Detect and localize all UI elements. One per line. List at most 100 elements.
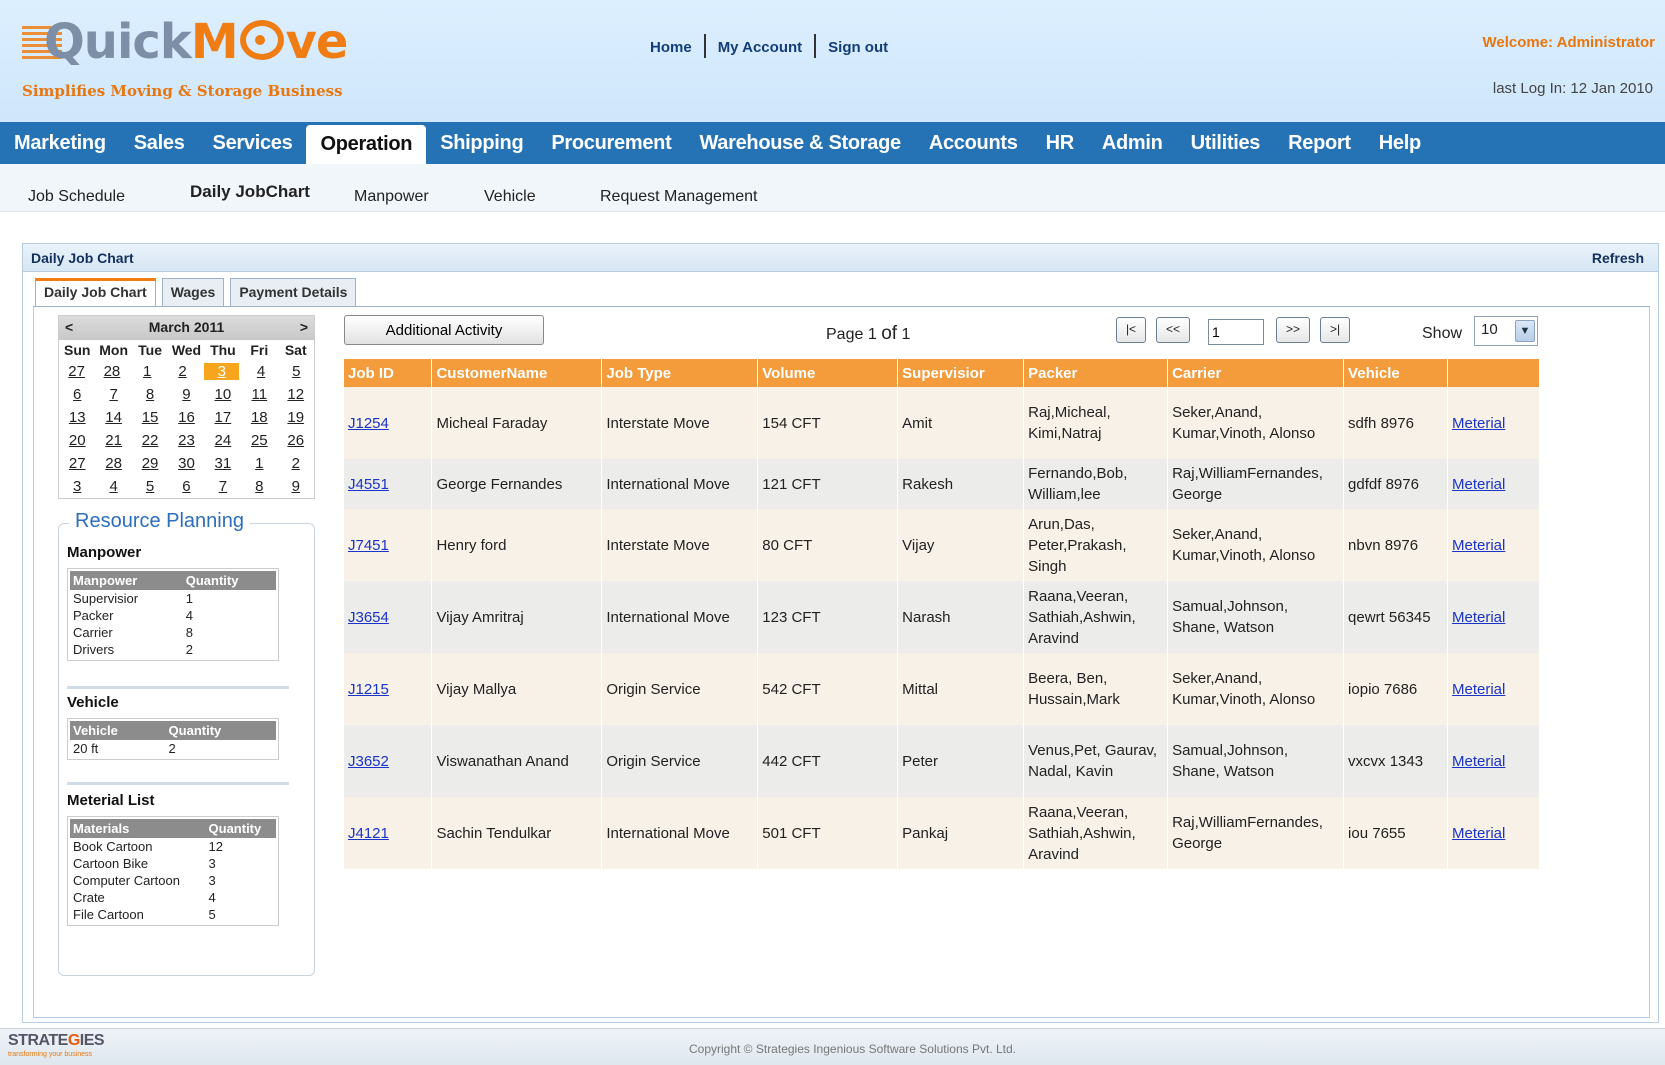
calendar-day[interactable]: 29 — [132, 455, 168, 472]
calendar-day[interactable]: 25 — [241, 432, 277, 449]
calendar-day[interactable]: 1 — [241, 455, 277, 472]
column-header[interactable]: Job ID — [344, 359, 433, 387]
calendar-day[interactable]: 28 — [95, 455, 131, 472]
calendar-day[interactable]: 9 — [168, 386, 204, 403]
calendar-day[interactable]: 6 — [168, 478, 204, 495]
calendar-day[interactable]: 11 — [241, 386, 277, 403]
calendar-day[interactable]: 27 — [59, 363, 94, 380]
calendar-day[interactable]: 24 — [205, 432, 241, 449]
column-header[interactable]: Volume — [757, 359, 899, 387]
next-page-button[interactable]: >> — [1276, 317, 1310, 343]
nav-accounts[interactable]: Accounts — [915, 122, 1032, 164]
last-page-button[interactable]: >| — [1320, 317, 1350, 343]
calendar-day[interactable]: 5 — [132, 478, 168, 495]
column-header[interactable] — [1447, 359, 1541, 387]
column-header[interactable]: Supervisior — [897, 359, 1025, 387]
nav-help[interactable]: Help — [1365, 122, 1435, 164]
calendar-day[interactable]: 14 — [95, 409, 131, 426]
manpower-table: Manpower Quantity Supervisior 1 Packer 4 Carri… — [67, 568, 279, 661]
calendar-day[interactable]: 4 — [95, 478, 131, 495]
material-link[interactable]: Meterial — [1452, 681, 1505, 698]
material-link[interactable]: Meterial — [1452, 415, 1505, 432]
calendar-day[interactable]: 8 — [241, 478, 277, 495]
nav-report[interactable]: Report — [1274, 122, 1365, 164]
prev-page-button[interactable]: << — [1156, 317, 1190, 343]
calendar-day[interactable]: 9 — [278, 478, 314, 495]
first-page-button[interactable]: |< — [1116, 317, 1146, 343]
calendar-day[interactable]: 20 — [59, 432, 95, 449]
calendar-day[interactable]: 7 — [205, 478, 241, 495]
column-header[interactable]: CustomerName — [431, 359, 603, 387]
calendar-day[interactable]: 27 — [59, 455, 95, 472]
calendar-day[interactable]: 5 — [279, 363, 314, 380]
subnav-request-management[interactable]: Request Management — [600, 188, 757, 206]
calendar-day[interactable]: 23 — [168, 432, 204, 449]
column-header[interactable]: Packer — [1023, 359, 1169, 387]
calendar-day[interactable]: 1 — [130, 363, 165, 380]
nav-sales[interactable]: Sales — [120, 122, 199, 164]
calendar-day[interactable]: 18 — [241, 409, 277, 426]
job-id-link[interactable]: J1215 — [348, 681, 389, 698]
my-account-link[interactable]: My Account — [718, 39, 802, 56]
nav-operation[interactable]: Operation — [306, 125, 427, 164]
subnav-vehicle[interactable]: Vehicle — [484, 188, 536, 206]
calendar-day[interactable]: 2 — [278, 455, 314, 472]
nav-admin[interactable]: Admin — [1088, 122, 1177, 164]
nav-marketing[interactable]: Marketing — [0, 122, 120, 164]
quickmove-logo[interactable]: QuickM ve Simplifies Moving & Storage Bus… — [22, 14, 382, 109]
job-id-link[interactable]: J3652 — [348, 753, 389, 770]
job-id-link[interactable]: J3654 — [348, 609, 389, 626]
additional-activity-button[interactable]: Additional Activity — [344, 315, 544, 345]
material-link[interactable]: Meterial — [1452, 609, 1505, 626]
calendar-day[interactable]: 17 — [205, 409, 241, 426]
sign-out-link[interactable]: Sign out — [828, 39, 888, 56]
calendar-day[interactable]: 3 — [59, 478, 95, 495]
calendar-day[interactable]: 30 — [168, 455, 204, 472]
page-size-select[interactable]: 10 ▼ — [1474, 316, 1538, 346]
subnav-job-schedule[interactable]: Job Schedule — [28, 188, 125, 206]
job-id-link[interactable]: J7451 — [348, 537, 389, 554]
material-link[interactable]: Meterial — [1452, 825, 1505, 842]
calendar-day[interactable]: 26 — [278, 432, 314, 449]
calendar-day[interactable]: 2 — [165, 363, 200, 380]
material-link[interactable]: Meterial — [1452, 753, 1505, 770]
calendar-next-button[interactable]: > — [300, 319, 308, 335]
calendar-day[interactable]: 4 — [243, 363, 278, 380]
material-link[interactable]: Meterial — [1452, 476, 1505, 493]
tab-payment-details[interactable]: Payment Details — [230, 278, 357, 306]
calendar-day[interactable]: 7 — [95, 386, 131, 403]
calendar-day[interactable]: 13 — [59, 409, 95, 426]
nav-shipping[interactable]: Shipping — [426, 122, 537, 164]
calendar-day[interactable]: 3 — [204, 363, 240, 380]
refresh-link[interactable]: Refresh — [1592, 250, 1644, 266]
calendar-day[interactable]: 22 — [132, 432, 168, 449]
tab-wages[interactable]: Wages — [161, 278, 225, 306]
material-link[interactable]: Meterial — [1452, 537, 1505, 554]
nav-warehouse[interactable]: Warehouse & Storage — [685, 122, 914, 164]
nav-utilities[interactable]: Utilities — [1177, 122, 1275, 164]
calendar-day[interactable]: 10 — [205, 386, 241, 403]
calendar-day[interactable]: 31 — [205, 455, 241, 472]
column-header[interactable]: Carrier — [1167, 359, 1345, 387]
job-id-link[interactable]: J4551 — [348, 476, 389, 493]
nav-procurement[interactable]: Procurement — [537, 122, 685, 164]
calendar-day[interactable]: 15 — [132, 409, 168, 426]
tab-daily-job-chart[interactable]: Daily Job Chart — [35, 278, 156, 306]
calendar-day[interactable]: 21 — [95, 432, 131, 449]
calendar-day[interactable]: 12 — [278, 386, 314, 403]
calendar-day[interactable]: 19 — [278, 409, 314, 426]
calendar-day[interactable]: 8 — [132, 386, 168, 403]
calendar-day[interactable]: 28 — [94, 363, 129, 380]
page-number-input[interactable] — [1208, 319, 1264, 345]
column-header[interactable]: Job Type — [601, 359, 759, 387]
nav-hr[interactable]: HR — [1032, 122, 1088, 164]
job-id-link[interactable]: J1254 — [348, 415, 389, 432]
subnav-daily-jobchart[interactable]: Daily JobChart — [190, 182, 310, 202]
nav-services[interactable]: Services — [199, 122, 307, 164]
home-link[interactable]: Home — [650, 39, 692, 56]
column-header[interactable]: Vehicle — [1343, 359, 1448, 387]
calendar-day[interactable]: 6 — [59, 386, 95, 403]
calendar-day[interactable]: 16 — [168, 409, 204, 426]
job-id-link[interactable]: J4121 — [348, 825, 389, 842]
subnav-manpower[interactable]: Manpower — [354, 188, 429, 206]
